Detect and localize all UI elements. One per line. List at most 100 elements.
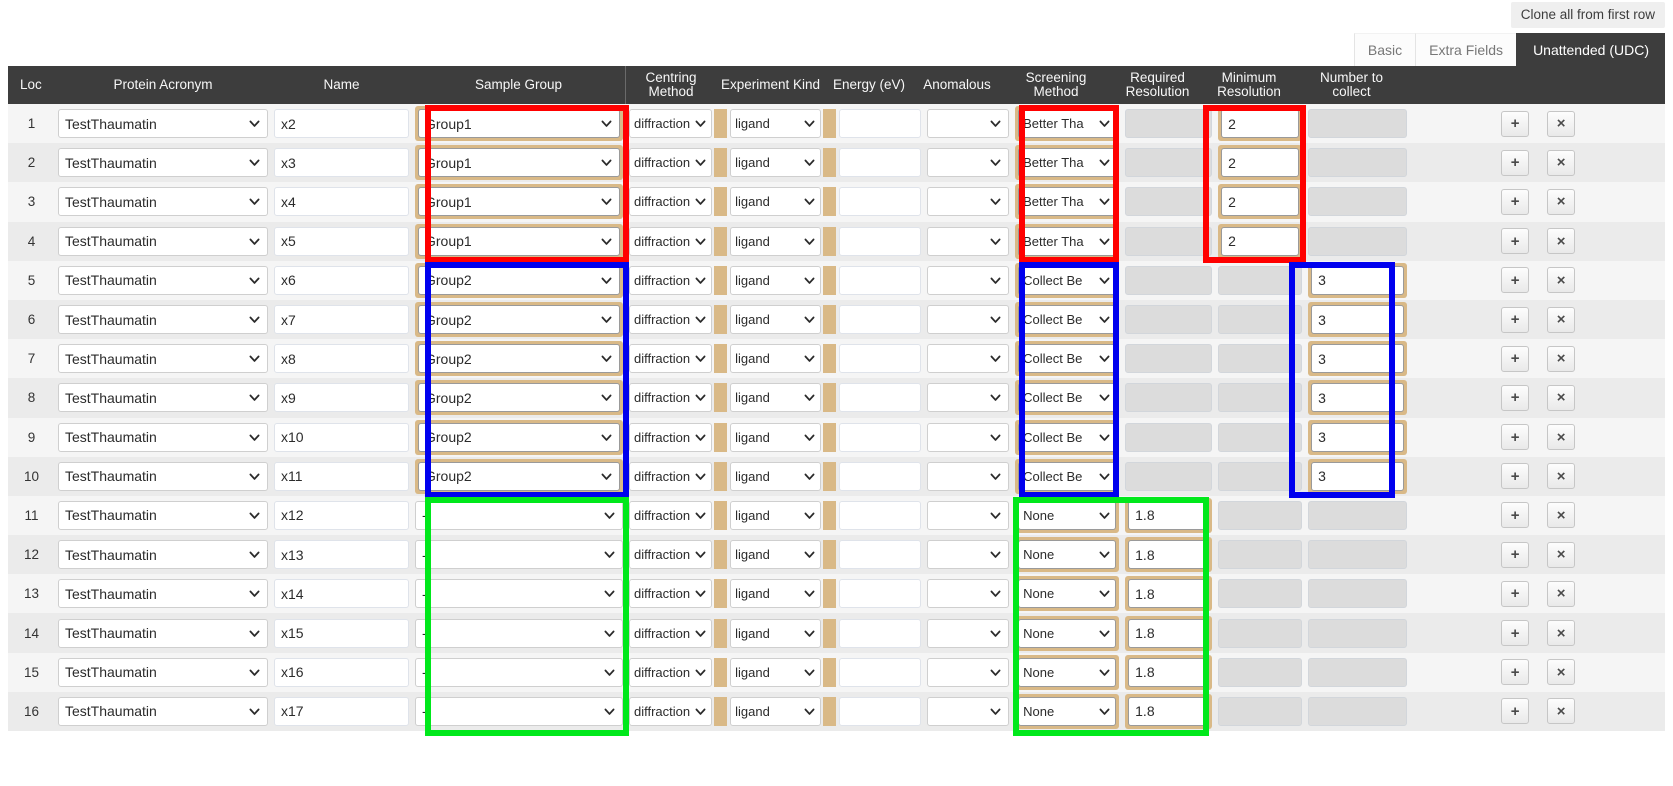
protein-select[interactable]: TestThaumatin	[58, 579, 268, 609]
screening-select[interactable]: Better Tha	[1018, 148, 1117, 178]
number-input[interactable]: 3	[1311, 305, 1405, 335]
screening-select[interactable]: Collect Be	[1018, 422, 1117, 452]
tab-extra-fields[interactable]: Extra Fields	[1415, 33, 1517, 66]
add-row-button[interactable]: +	[1501, 149, 1530, 176]
protein-select[interactable]: TestThaumatin	[58, 422, 268, 452]
screening-select[interactable]: Better Tha	[1018, 187, 1117, 217]
sample-group-select[interactable]: Group2	[418, 344, 620, 374]
screening-select[interactable]: None	[1018, 579, 1117, 609]
centring-select[interactable]: diffraction	[629, 187, 713, 217]
energy-input[interactable]	[839, 305, 922, 335]
add-row-button[interactable]: +	[1501, 345, 1530, 372]
energy-input[interactable]	[839, 344, 922, 374]
centring-select[interactable]: diffraction	[629, 657, 713, 687]
remove-row-button[interactable]: ×	[1547, 463, 1576, 490]
name-input[interactable]: x10	[274, 422, 409, 452]
anomalous-select[interactable]	[927, 109, 1010, 139]
sample-group-select[interactable]: Group2	[418, 383, 620, 413]
remove-row-button[interactable]: ×	[1547, 580, 1576, 607]
centring-select[interactable]: diffraction	[629, 696, 713, 726]
number-input[interactable]: 3	[1311, 461, 1405, 491]
centring-select[interactable]: diffraction	[629, 579, 713, 609]
experiment-select[interactable]: ligand	[730, 148, 822, 178]
clone-all-from-first-row-button[interactable]: Clone all from first row	[1510, 2, 1665, 28]
remove-row-button[interactable]: ×	[1547, 306, 1576, 333]
add-row-button[interactable]: +	[1501, 306, 1530, 333]
remove-row-button[interactable]: ×	[1547, 384, 1576, 411]
anomalous-select[interactable]	[927, 618, 1010, 648]
minimum-res-input[interactable]: 2	[1221, 187, 1300, 217]
anomalous-select[interactable]	[927, 461, 1010, 491]
experiment-select[interactable]: ligand	[730, 305, 822, 335]
sample-group-select[interactable]: -	[415, 540, 623, 570]
energy-input[interactable]	[839, 265, 922, 295]
protein-select[interactable]: TestThaumatin	[58, 540, 268, 570]
anomalous-select[interactable]	[927, 696, 1010, 726]
number-input[interactable]: 3	[1311, 344, 1405, 374]
name-input[interactable]: x17	[274, 696, 409, 726]
protein-select[interactable]: TestThaumatin	[58, 305, 268, 335]
centring-select[interactable]: diffraction	[629, 618, 713, 648]
anomalous-select[interactable]	[927, 383, 1010, 413]
protein-select[interactable]: TestThaumatin	[58, 226, 268, 256]
sample-group-select[interactable]: Group2	[418, 461, 620, 491]
screening-select[interactable]: Collect Be	[1018, 383, 1117, 413]
remove-row-button[interactable]: ×	[1547, 698, 1576, 725]
add-row-button[interactable]: +	[1501, 502, 1530, 529]
centring-select[interactable]: diffraction	[629, 383, 713, 413]
protein-select[interactable]: TestThaumatin	[58, 148, 268, 178]
experiment-select[interactable]: ligand	[730, 579, 822, 609]
sample-group-select[interactable]: -	[415, 579, 623, 609]
name-input[interactable]: x9	[274, 383, 409, 413]
anomalous-select[interactable]	[927, 344, 1010, 374]
required-res-input[interactable]: 1.8	[1128, 500, 1210, 530]
sample-group-select[interactable]: -	[415, 657, 623, 687]
screening-select[interactable]: None	[1018, 618, 1117, 648]
energy-input[interactable]	[839, 696, 922, 726]
add-row-button[interactable]: +	[1501, 267, 1530, 294]
add-row-button[interactable]: +	[1501, 580, 1530, 607]
experiment-select[interactable]: ligand	[730, 383, 822, 413]
energy-input[interactable]	[839, 422, 922, 452]
protein-select[interactable]: TestThaumatin	[58, 265, 268, 295]
energy-input[interactable]	[839, 148, 922, 178]
minimum-res-input[interactable]: 2	[1221, 226, 1300, 256]
screening-select[interactable]: None	[1018, 540, 1117, 570]
add-row-button[interactable]: +	[1501, 541, 1530, 568]
sample-group-select[interactable]: Group2	[418, 422, 620, 452]
experiment-select[interactable]: ligand	[730, 500, 822, 530]
protein-select[interactable]: TestThaumatin	[58, 461, 268, 491]
experiment-select[interactable]: ligand	[730, 265, 822, 295]
required-res-input[interactable]: 1.8	[1128, 618, 1210, 648]
minimum-res-input[interactable]: 2	[1221, 148, 1300, 178]
experiment-select[interactable]: ligand	[730, 696, 822, 726]
protein-select[interactable]: TestThaumatin	[58, 344, 268, 374]
screening-select[interactable]: Collect Be	[1018, 461, 1117, 491]
energy-input[interactable]	[839, 383, 922, 413]
name-input[interactable]: x3	[274, 148, 409, 178]
energy-input[interactable]	[839, 226, 922, 256]
screening-select[interactable]: Collect Be	[1018, 265, 1117, 295]
add-row-button[interactable]: +	[1501, 384, 1530, 411]
sample-group-select[interactable]: Group2	[418, 265, 620, 295]
experiment-select[interactable]: ligand	[730, 109, 822, 139]
energy-input[interactable]	[839, 109, 922, 139]
add-row-button[interactable]: +	[1501, 620, 1530, 647]
anomalous-select[interactable]	[927, 226, 1010, 256]
anomalous-select[interactable]	[927, 148, 1010, 178]
energy-input[interactable]	[839, 540, 922, 570]
add-row-button[interactable]: +	[1501, 188, 1530, 215]
screening-select[interactable]: Collect Be	[1018, 305, 1117, 335]
name-input[interactable]: x5	[274, 226, 409, 256]
sample-group-select[interactable]: -	[415, 696, 623, 726]
anomalous-select[interactable]	[927, 540, 1010, 570]
anomalous-select[interactable]	[927, 579, 1010, 609]
remove-row-button[interactable]: ×	[1547, 502, 1576, 529]
centring-select[interactable]: diffraction	[629, 461, 713, 491]
sample-group-select[interactable]: -	[415, 618, 623, 648]
centring-select[interactable]: diffraction	[629, 540, 713, 570]
experiment-select[interactable]: ligand	[730, 618, 822, 648]
energy-input[interactable]	[839, 187, 922, 217]
name-input[interactable]: x14	[274, 579, 409, 609]
screening-select[interactable]: None	[1018, 500, 1117, 530]
